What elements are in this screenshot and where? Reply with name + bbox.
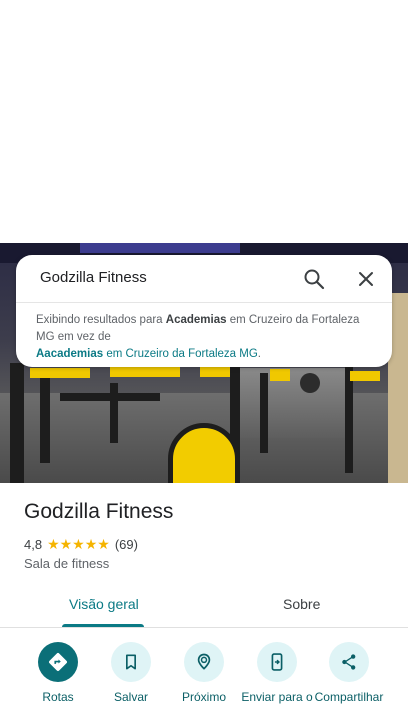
photo-yellow-pad: [30, 368, 90, 378]
place-category: Sala de fitness: [24, 556, 110, 571]
share-label: Compartilhar: [314, 690, 384, 704]
maps-place-screen: Godzilla Fitness Exibindo resultados par…: [0, 0, 408, 726]
search-correction-notice: Exibindo resultados para Academias em Cr…: [36, 312, 376, 363]
send-label: Enviar para o: [241, 690, 313, 704]
action-bar: Rotas Salvar Próximo Enviar para o Compa…: [0, 640, 408, 726]
notice-prefix: Exibindo resultados para: [36, 314, 166, 326]
place-title: Godzilla Fitness: [24, 500, 174, 523]
photo-yellow-pad: [350, 371, 380, 381]
photo-mirror: [230, 368, 350, 438]
rating-value: 4,8: [24, 537, 43, 552]
photo-machine-frame: [40, 373, 50, 463]
send-to-phone-button[interactable]: Enviar para o: [239, 642, 315, 705]
photo-yellow-pad: [110, 367, 180, 377]
save-label: Salvar: [113, 690, 148, 704]
notice-term: Academias: [165, 314, 227, 326]
photo-yellow-pad: [270, 369, 290, 381]
tab-about[interactable]: Sobre: [283, 596, 320, 612]
search-bar[interactable]: Godzilla Fitness: [16, 255, 392, 303]
directions-icon: [38, 642, 78, 682]
photo-ceiling-light: [80, 243, 240, 253]
photo-machine-frame: [260, 373, 268, 453]
send-to-phone-icon: [257, 642, 297, 682]
suggest-term: Aacademias: [36, 348, 104, 360]
bookmark-icon: [111, 642, 151, 682]
share-icon: [329, 642, 369, 682]
search-input[interactable]: Godzilla Fitness: [40, 269, 147, 286]
directions-label: Rotas: [42, 690, 74, 704]
place-tabs: Visão geral Sobre: [0, 588, 408, 628]
photo-weight-plate: [300, 373, 320, 393]
search-card: Godzilla Fitness Exibindo resultados par…: [16, 255, 392, 367]
original-query-link[interactable]: Aacademias em Cruzeiro da Fortaleza MG: [36, 348, 258, 360]
close-icon[interactable]: [354, 267, 378, 291]
review-count: (69): [114, 537, 138, 552]
tab-active-indicator: [62, 624, 144, 627]
photo-machine-frame: [110, 383, 118, 443]
nearby-label: Próximo: [181, 690, 226, 704]
photo-yellow-pad: [200, 367, 230, 377]
tab-overview[interactable]: Visão geral: [69, 596, 139, 612]
suggest-suffix: em Cruzeiro da Fortaleza MG: [103, 348, 258, 360]
suggest-end: .: [257, 348, 261, 360]
rating-stars-icon: ★★★★★: [47, 536, 110, 552]
nearby-button[interactable]: Próximo: [166, 642, 242, 705]
search-icon[interactable]: [302, 267, 326, 291]
directions-button[interactable]: Rotas: [20, 642, 96, 705]
rating-row[interactable]: 4,8 ★★★★★ (69): [24, 536, 138, 553]
photo-machine-frame: [10, 363, 24, 483]
share-button[interactable]: Compartilhar: [311, 642, 387, 705]
nearby-icon: [184, 642, 224, 682]
save-button[interactable]: Salvar: [93, 642, 169, 705]
